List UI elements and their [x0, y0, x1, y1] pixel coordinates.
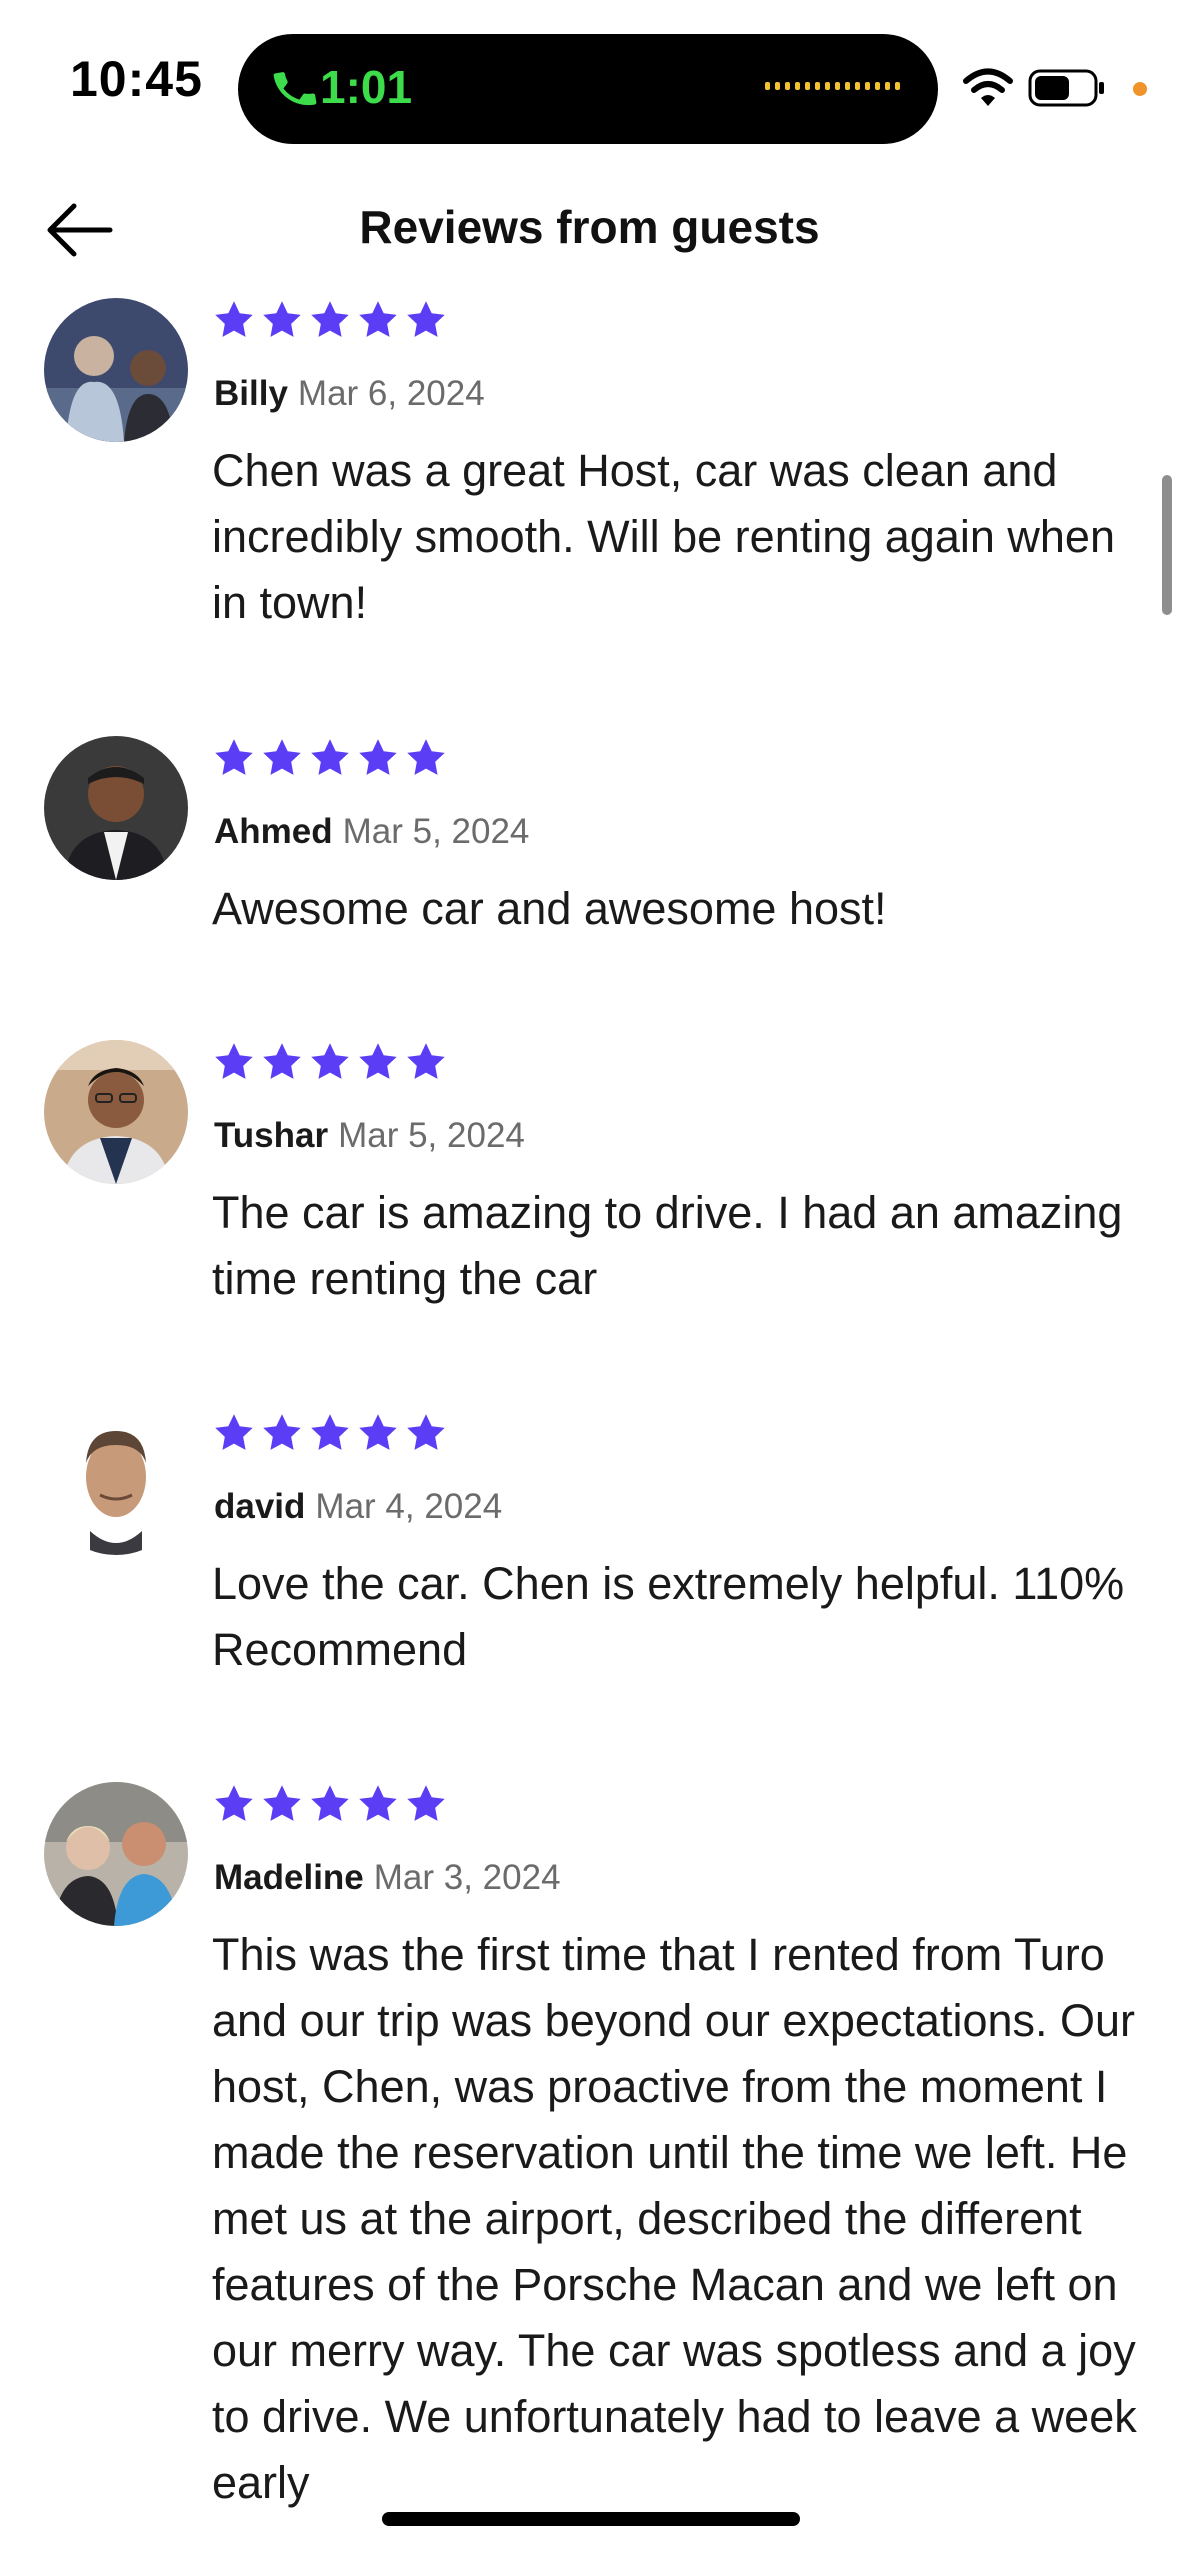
star-icon	[407, 739, 445, 775]
review-meta: Madeline Mar 3, 2024	[214, 1858, 561, 1898]
page-title: Reviews from guests	[359, 201, 820, 253]
star-icon	[215, 1785, 253, 1821]
review-text: Awesome car and awesome host!	[212, 883, 887, 934]
home-indicator[interactable]	[382, 2512, 800, 2526]
star-icon	[359, 1414, 397, 1450]
reviewer-name[interactable]: david	[214, 1487, 305, 1526]
star-icon	[407, 1043, 445, 1079]
avatar[interactable]	[44, 298, 188, 442]
battery-icon	[1028, 69, 1104, 107]
reviewer-name[interactable]: Madeline	[214, 1858, 364, 1897]
star-icon	[215, 739, 253, 775]
avatar[interactable]	[44, 1782, 188, 1926]
star-icon	[359, 301, 397, 337]
status-time: 10:45	[70, 51, 203, 107]
star-icon	[407, 301, 445, 337]
star-rating	[212, 736, 448, 780]
header: Reviews from guests	[0, 170, 1179, 290]
scroll-indicator[interactable]	[1162, 475, 1172, 615]
wifi-icon	[963, 68, 1013, 106]
star-rating	[212, 298, 448, 342]
star-icon	[215, 1043, 253, 1079]
star-rating	[212, 1040, 448, 1084]
reviewer-name[interactable]: Billy	[214, 374, 288, 413]
reviewer-name[interactable]: Tushar	[214, 1116, 328, 1155]
star-icon	[263, 1043, 301, 1079]
review-text: The car is amazing to drive. I had an am…	[212, 1187, 1123, 1304]
review-text: This was the first time that I rented fr…	[212, 1929, 1137, 2508]
privacy-indicator-dot	[1133, 82, 1147, 96]
review-date: Mar 6, 2024	[297, 374, 485, 413]
status-bar: 10:45 1:01	[0, 0, 1179, 150]
star-icon	[359, 1785, 397, 1821]
star-rating	[212, 1411, 448, 1455]
star-icon	[359, 739, 397, 775]
call-timer: 1:01	[320, 61, 413, 113]
star-icon	[311, 739, 349, 775]
star-icon	[263, 739, 301, 775]
review-date: Mar 5, 2024	[342, 812, 530, 851]
review-text: Love the car. Chen is extremely helpful.…	[212, 1558, 1125, 1675]
star-icon	[263, 301, 301, 337]
star-icon	[263, 1414, 301, 1450]
review-text: Chen was a great Host, car was clean and…	[212, 445, 1115, 628]
phone-icon	[273, 72, 317, 106]
avatar[interactable]	[44, 1411, 188, 1555]
waveform-icon	[765, 82, 900, 90]
review-date: Mar 5, 2024	[338, 1116, 525, 1155]
review-meta: Tushar Mar 5, 2024	[214, 1116, 525, 1156]
star-icon	[311, 1043, 349, 1079]
review-date: Mar 3, 2024	[373, 1858, 561, 1897]
star-icon	[215, 1414, 253, 1450]
star-icon	[359, 1043, 397, 1079]
review-meta: Billy Mar 6, 2024	[214, 374, 485, 414]
review-meta: david Mar 4, 2024	[214, 1487, 502, 1527]
star-rating	[212, 1782, 448, 1826]
star-icon	[263, 1785, 301, 1821]
review-date: Mar 4, 2024	[315, 1487, 503, 1526]
star-icon	[311, 301, 349, 337]
star-icon	[215, 301, 253, 337]
reviewer-name[interactable]: Ahmed	[214, 812, 333, 851]
star-icon	[311, 1785, 349, 1821]
star-icon	[311, 1414, 349, 1450]
star-icon	[407, 1414, 445, 1450]
avatar[interactable]	[44, 736, 188, 880]
dynamic-island-call[interactable]: 1:01	[238, 34, 938, 144]
review-meta: Ahmed Mar 5, 2024	[214, 812, 529, 852]
star-icon	[407, 1785, 445, 1821]
avatar[interactable]	[44, 1040, 188, 1184]
